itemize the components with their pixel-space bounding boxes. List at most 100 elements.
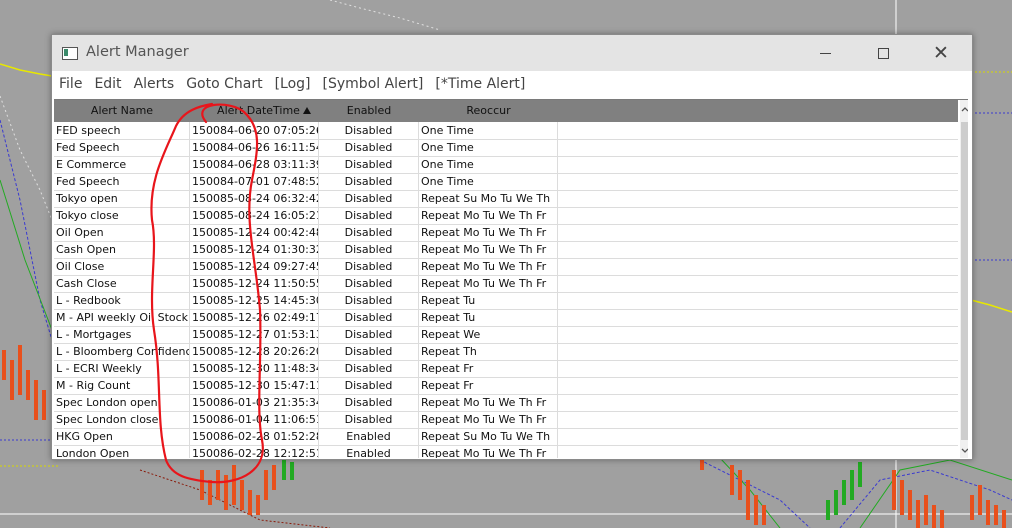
- cell-reoccur: Repeat Mo Tu We Th Fr: [419, 207, 558, 224]
- maximize-icon: [877, 47, 889, 59]
- cell-alert-name: L - ECRI Weekly: [54, 360, 190, 377]
- table-row[interactable]: Fed Speech 150084-06-26 16:11:54 Disabled O…: [54, 139, 958, 157]
- cell-enabled: Disabled: [319, 343, 419, 360]
- cell-enabled: Disabled: [319, 360, 419, 377]
- cell-alert-datetime: 150086-02-28 01:52:28: [192, 428, 319, 445]
- cell-reoccur: One Time: [419, 139, 558, 156]
- col-alert-datetime[interactable]: Alert DateTime: [190, 100, 319, 122]
- cell-alert-name: L - Bloomberg Confidence: [56, 343, 190, 360]
- cell-alert-name: M - Rig Count: [54, 377, 190, 394]
- cell-reoccur: Repeat Su Mo Tu We Th: [419, 190, 558, 207]
- table-row[interactable]: Tokyo open 150085-08-24 06:32:42 Disabled R…: [54, 190, 958, 208]
- scroll-up-button[interactable]: [960, 102, 968, 116]
- table-row[interactable]: Spec London open 150086-01-03 21:35:34 Dis…: [54, 394, 958, 412]
- cell-reoccur: One Time: [419, 173, 558, 190]
- cell-alert-datetime: 150084-06-20 07:05:26: [192, 122, 319, 139]
- col-reoccur[interactable]: Reoccur: [419, 100, 558, 122]
- cell-reoccur: Repeat Mo Tu We Th Fr: [419, 445, 558, 458]
- cell-alert-name: Spec London open: [54, 394, 190, 411]
- alert-list[interactable]: Alert Name Alert DateTime Enabled Reoccu…: [54, 99, 968, 458]
- cell-enabled: Enabled: [319, 428, 419, 445]
- close-icon: ✕: [933, 41, 949, 64]
- cell-reoccur: Repeat Mo Tu We Th Fr: [419, 258, 558, 275]
- cell-reoccur: Repeat Mo Tu We Th Fr: [419, 241, 558, 258]
- cell-enabled: Enabled: [319, 445, 419, 458]
- cell-alert-datetime: 150085-12-27 01:53:13: [192, 326, 319, 343]
- table-row[interactable]: L - Bloomberg Confidence 150085-12-28 20:…: [54, 343, 958, 361]
- cell-alert-name: Fed Speech: [54, 139, 190, 156]
- menu-edit[interactable]: Edit: [94, 76, 121, 92]
- table-row[interactable]: HKG Open 150086-02-28 01:52:28 Enabled Repe…: [54, 428, 958, 446]
- table-row[interactable]: L - Mortgages 150085-12-27 01:53:13 Disabl…: [54, 326, 958, 344]
- titlebar[interactable]: Alert Manager ✕: [52, 35, 972, 71]
- col-enabled[interactable]: Enabled: [319, 100, 419, 122]
- cell-alert-name: Tokyo open: [54, 190, 190, 207]
- minimize-icon: [819, 52, 831, 54]
- cell-alert-datetime: 150085-12-24 00:42:48: [192, 224, 319, 241]
- cell-enabled: Disabled: [319, 241, 419, 258]
- cell-alert-datetime: 150084-06-26 16:11:54: [192, 139, 319, 156]
- table-row[interactable]: London Open 150086-02-28 12:12:51 Enabled R…: [54, 445, 958, 458]
- table-header: Alert Name Alert DateTime Enabled Reoccu…: [54, 100, 958, 122]
- table-row[interactable]: Oil Open 150085-12-24 00:42:48 Disabled Rep…: [54, 224, 958, 242]
- table-row[interactable]: L - Redbook 150085-12-25 14:45:30 Disabled…: [54, 292, 958, 310]
- close-button[interactable]: ✕: [918, 35, 964, 71]
- scrollbar-thumb[interactable]: [961, 122, 968, 440]
- menu-symbol-alert[interactable]: [Symbol Alert]: [323, 76, 424, 92]
- cell-alert-name: Oil Close: [54, 258, 190, 275]
- cell-reoccur: Repeat Mo Tu We Th Fr: [419, 394, 558, 411]
- table-row[interactable]: L - ECRI Weekly 150085-12-30 11:48:34 Disa…: [54, 360, 958, 378]
- cell-alert-datetime: 150086-01-03 21:35:34: [192, 394, 319, 411]
- cell-reoccur: One Time: [419, 156, 558, 173]
- cell-enabled: Disabled: [319, 309, 419, 326]
- alert-manager-window[interactable]: Alert Manager ✕ File Edit Alerts Goto Ch…: [51, 34, 973, 460]
- cell-alert-datetime: 150084-07-01 07:48:52: [192, 173, 319, 190]
- cell-enabled: Disabled: [319, 292, 419, 309]
- table-row[interactable]: Cash Close 150085-12-24 11:50:55 Disabled R…: [54, 275, 958, 293]
- cell-enabled: Disabled: [319, 207, 419, 224]
- scroll-down-icon: [961, 448, 968, 453]
- minimize-button[interactable]: [802, 35, 848, 71]
- menubar: File Edit Alerts Goto Chart [Log] [Symbo…: [52, 71, 972, 97]
- cell-alert-name: Spec London close: [54, 411, 190, 428]
- table-row[interactable]: FED speech 150084-06-20 07:05:26 Disabled O…: [54, 122, 958, 140]
- cell-enabled: Disabled: [319, 139, 419, 156]
- cell-enabled: Disabled: [319, 326, 419, 343]
- menu-log[interactable]: [Log]: [275, 76, 311, 92]
- cell-alert-datetime: 150085-12-24 01:30:32: [192, 241, 319, 258]
- table-row[interactable]: Tokyo close 150085-08-24 16:05:21 Disabled…: [54, 207, 958, 225]
- cell-reoccur: Repeat Tu: [419, 309, 558, 326]
- cell-alert-name: HKG Open: [54, 428, 190, 445]
- table-row[interactable]: M - API weekly Oil Stock 150085-12-26 02:…: [54, 309, 958, 327]
- cell-alert-name: Tokyo close: [54, 207, 190, 224]
- scroll-down-button[interactable]: [960, 444, 968, 458]
- cell-reoccur: Repeat Mo Tu We Th Fr: [419, 411, 558, 428]
- table-row[interactable]: Fed Speech 150084-07-01 07:48:52 Disabled O…: [54, 173, 958, 191]
- cell-enabled: Disabled: [319, 122, 419, 139]
- cell-alert-datetime: 150085-12-25 14:45:30: [192, 292, 319, 309]
- menu-goto-chart[interactable]: Goto Chart: [186, 76, 262, 92]
- cell-alert-name: L - Redbook: [54, 292, 190, 309]
- cell-enabled: Disabled: [319, 156, 419, 173]
- cell-alert-name: E Commerce: [54, 156, 190, 173]
- cell-enabled: Disabled: [319, 190, 419, 207]
- cell-alert-datetime: 150085-08-24 06:32:42: [192, 190, 319, 207]
- table-row[interactable]: E Commerce 150084-06-28 03:11:39 Disabled O…: [54, 156, 958, 174]
- table-row[interactable]: Spec London close 150086-01-04 11:06:51 Di…: [54, 411, 958, 429]
- table-row[interactable]: M - Rig Count 150085-12-30 15:47:11 Disabl…: [54, 377, 958, 395]
- cell-alert-datetime: 150085-12-30 11:48:34: [192, 360, 319, 377]
- table-row[interactable]: Cash Open 150085-12-24 01:30:32 Disabled Re…: [54, 241, 958, 259]
- menu-time-alert[interactable]: [*Time Alert]: [435, 76, 525, 92]
- app-window-icon: [62, 47, 78, 60]
- col-alert-name[interactable]: Alert Name: [54, 100, 190, 122]
- menu-file[interactable]: File: [59, 76, 82, 92]
- table-row[interactable]: Oil Close 150085-12-24 09:27:45 Disabled Re…: [54, 258, 958, 276]
- maximize-button[interactable]: [860, 35, 906, 71]
- cell-reoccur: Repeat Fr: [419, 360, 558, 377]
- cell-alert-name: Cash Close: [54, 275, 190, 292]
- cell-reoccur: One Time: [419, 122, 558, 139]
- scroll-up-icon: [961, 107, 968, 112]
- cell-alert-datetime: 150086-02-28 12:12:51: [190, 445, 319, 458]
- menu-alerts[interactable]: Alerts: [134, 76, 175, 92]
- vertical-scrollbar[interactable]: [960, 100, 968, 458]
